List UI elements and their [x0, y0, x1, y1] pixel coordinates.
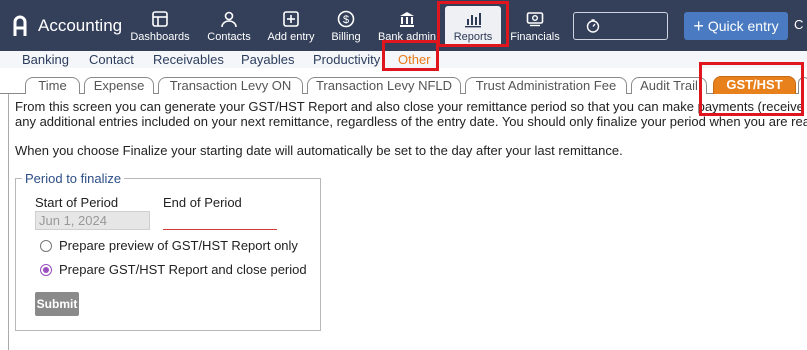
option-close-radio[interactable] [40, 263, 52, 276]
period-group-legend: Period to finalize [25, 171, 122, 186]
subnav-contact[interactable]: Contact [89, 52, 134, 67]
top-navigation-bar: Accounting Dashboards Contacts Add entry… [0, 0, 807, 51]
app-title: Accounting [38, 16, 123, 35]
nav-dashboards-label: Dashboards [130, 31, 190, 43]
nav-contacts[interactable]: Contacts [204, 6, 254, 46]
nav-contacts-label: Contacts [207, 31, 251, 43]
subnav-productivity[interactable]: Productivity [313, 52, 380, 67]
subnav-other[interactable]: Other [398, 52, 431, 67]
nav-financials-label: Financials [510, 31, 560, 43]
nav-add-entry[interactable]: Add entry [265, 6, 317, 46]
tab-transaction-levy-on[interactable]: Transaction Levy ON [158, 77, 303, 94]
option-close-label: Prepare GST/HST Report and close period [59, 262, 307, 277]
sub-navigation: Banking Contact Receivables Payables Pro… [0, 51, 807, 68]
submit-button[interactable]: Submit [35, 292, 79, 316]
option-preview-radio[interactable] [40, 239, 52, 252]
truncated-nav-item[interactable]: C [794, 17, 803, 32]
app-logo-icon [13, 15, 27, 36]
nav-reports-label: Reports [453, 31, 493, 43]
subnav-payables[interactable]: Payables [241, 52, 294, 67]
nav-reports[interactable]: Reports [445, 6, 501, 46]
nav-add-entry-label: Add entry [267, 31, 315, 43]
nav-financials[interactable]: Financials [508, 6, 562, 46]
plus-icon: + [693, 16, 704, 36]
billing-dollar-icon: $ [337, 10, 355, 28]
quick-entry-label: Quick entry [707, 18, 779, 34]
timer-field[interactable] [573, 12, 668, 40]
reports-bar-chart-icon [465, 13, 481, 28]
end-of-period-input[interactable] [163, 229, 277, 230]
tab-gst-hst[interactable]: GST/HST [713, 76, 796, 94]
nav-bank-admin[interactable]: Bank admin [376, 6, 438, 46]
option-close-row[interactable]: Prepare GST/HST Report and close period [40, 262, 307, 277]
option-preview-row[interactable]: Prepare preview of GST/HST Report only [40, 238, 298, 253]
add-entry-icon [283, 11, 299, 27]
report-tabs: Time Expense Transaction Levy ON Transac… [0, 68, 807, 94]
tab-time[interactable]: Time [25, 77, 80, 94]
timer-icon [586, 19, 600, 33]
description-line-3: When you choose Finalize your starting d… [15, 143, 623, 158]
app-brand[interactable]: Accounting [12, 12, 122, 40]
nav-billing[interactable]: $ Billing [326, 6, 366, 46]
subnav-receivables[interactable]: Receivables [153, 52, 224, 67]
description-line-1: From this screen you can generate your G… [15, 99, 807, 114]
nav-billing-label: Billing [331, 31, 361, 43]
dashboard-icon [152, 11, 168, 27]
contacts-icon [221, 11, 237, 28]
financials-icon [526, 12, 544, 27]
quick-entry-button[interactable]: + Quick entry [684, 12, 788, 40]
start-of-period-input [35, 211, 150, 230]
tab-next-partial[interactable] [798, 77, 807, 94]
nav-bank-admin-label: Bank admin [377, 31, 437, 43]
bank-icon [400, 12, 414, 27]
svg-text:$: $ [343, 14, 349, 26]
description-line-2: any additional entries included on your … [15, 114, 807, 129]
tab-audit-trail[interactable]: Audit Trail [631, 77, 707, 94]
tab-trust-administration-fee[interactable]: Trust Administration Fee [465, 77, 627, 94]
end-of-period-label: End of Period [163, 195, 242, 210]
subnav-banking[interactable]: Banking [22, 52, 69, 67]
start-of-period-label: Start of Period [35, 195, 119, 210]
tab-transaction-levy-nfld[interactable]: Transaction Levy NFLD [307, 77, 461, 94]
option-preview-label: Prepare preview of GST/HST Report only [59, 238, 298, 253]
nav-dashboards[interactable]: Dashboards [130, 6, 190, 46]
tab-expense[interactable]: Expense [84, 77, 154, 94]
